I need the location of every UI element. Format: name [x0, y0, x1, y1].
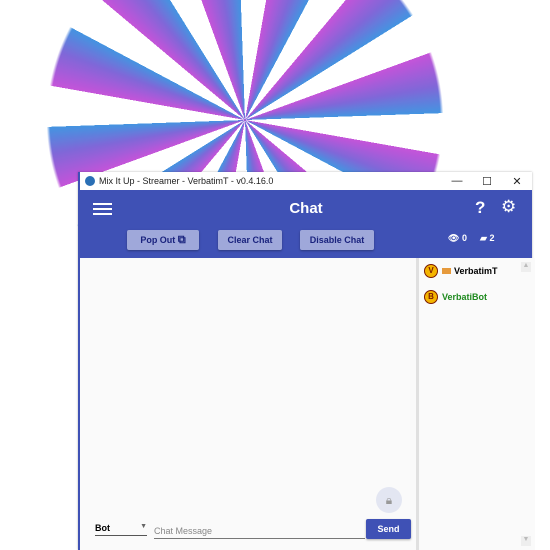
- lock-scroll-button[interactable]: 🔒︎: [376, 487, 402, 513]
- title-bar: Mix It Up - Streamer - VerbatimT - v0.4.…: [80, 172, 532, 190]
- gear-icon[interactable]: ⚙: [501, 197, 516, 217]
- scroll-up-button[interactable]: ▲: [521, 262, 531, 272]
- user-name: VerbatiBot: [442, 292, 488, 302]
- app-icon: [85, 176, 95, 186]
- user-list-item[interactable]: B VerbatiBot: [424, 290, 535, 304]
- user-list-item[interactable]: V VerbatimT: [424, 264, 535, 278]
- chat-message-input[interactable]: Chat Message: [154, 526, 365, 539]
- avatar: B: [424, 290, 438, 304]
- minimize-button[interactable]: —: [442, 175, 472, 188]
- sender-select[interactable]: ▼ Bot: [95, 523, 147, 536]
- pop-out-label: Pop Out: [140, 235, 176, 245]
- chatter-count: 2: [489, 233, 495, 243]
- subscriber-badge-icon: [442, 268, 451, 274]
- pop-out-button[interactable]: Pop Out ⧉: [127, 230, 199, 250]
- app-window: Mix It Up - Streamer - VerbatimT - v0.4.…: [78, 172, 535, 550]
- viewer-count: 0: [461, 233, 467, 243]
- window-title: Mix It Up - Streamer - VerbatimT - v0.4.…: [99, 176, 274, 186]
- chat-bubble-icon: ▰: [480, 233, 487, 243]
- disable-chat-button[interactable]: Disable Chat: [300, 230, 374, 250]
- chevron-down-icon: ▼: [140, 523, 147, 530]
- scroll-down-button[interactable]: ▼: [521, 536, 531, 546]
- user-list: ▲ V VerbatimT B VerbatiBot ▼: [416, 258, 535, 550]
- close-button[interactable]: ✕: [502, 175, 532, 188]
- sender-value: Bot: [95, 523, 110, 533]
- lock-icon: 🔒︎: [385, 493, 393, 507]
- header: Chat ? ⚙ Pop Out ⧉ Clear Chat Disable Ch…: [80, 190, 532, 258]
- send-button[interactable]: Send: [366, 519, 411, 539]
- user-name: VerbatimT: [454, 266, 498, 276]
- maximize-button[interactable]: ☐: [472, 175, 502, 188]
- page-title: Chat: [289, 200, 323, 217]
- help-button[interactable]: ?: [475, 198, 485, 218]
- avatar: V: [424, 264, 438, 278]
- external-link-icon: ⧉: [177, 233, 186, 246]
- eye-icon: 👁: [448, 233, 460, 243]
- clear-chat-button[interactable]: Clear Chat: [218, 230, 282, 250]
